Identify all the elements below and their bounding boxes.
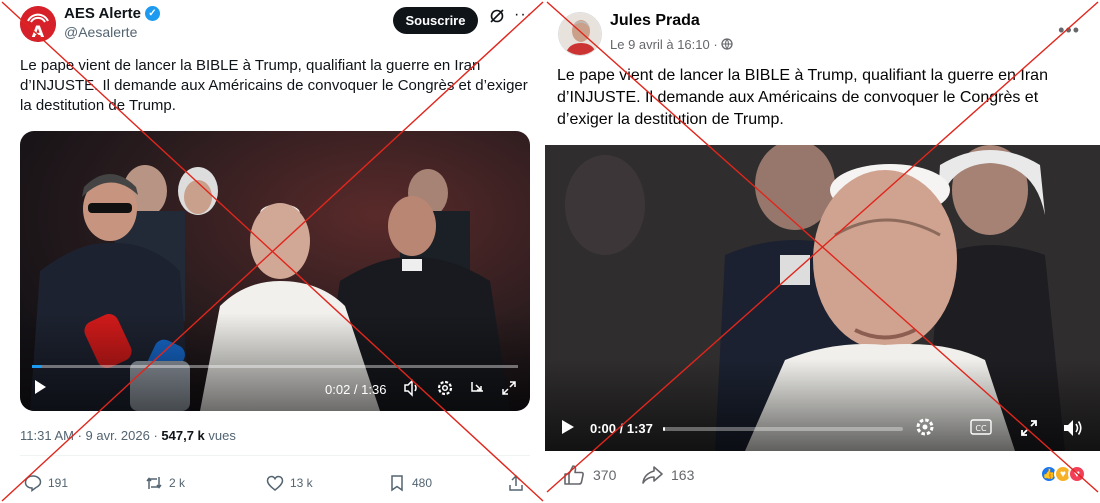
post-text: Le pape vient de lancer la BIBLE à Trump… — [20, 57, 528, 114]
subscribe-button[interactable]: Souscrire — [393, 7, 478, 34]
video-time: 0:00 / 1:37 — [590, 421, 653, 436]
svg-text:A: A — [32, 22, 45, 41]
post-date[interactable]: Le 9 avril à 16:10 · — [610, 37, 733, 52]
volume-icon[interactable] — [1062, 418, 1084, 441]
share-count: 163 — [671, 467, 695, 483]
bookmark-count: 480 — [412, 476, 433, 490]
like-button[interactable]: 13 k — [266, 474, 313, 492]
settings-icon[interactable] — [915, 417, 935, 440]
post-meta: 11:31 AM · 9 avr. 2026 · 547,7 k vues — [20, 428, 236, 443]
settings-icon[interactable] — [436, 379, 454, 400]
share-button[interactable]: 163 — [641, 464, 694, 486]
author-name[interactable]: Jules Prada — [610, 12, 700, 30]
share-icon — [509, 474, 523, 491]
fullscreen-icon[interactable] — [1019, 418, 1039, 441]
play-icon[interactable] — [32, 379, 48, 398]
captions-icon[interactable]: CC — [970, 418, 992, 439]
grok-icon[interactable] — [489, 8, 505, 29]
volume-icon[interactable] — [403, 379, 421, 400]
globe-icon — [721, 38, 733, 50]
like-count: 13 k — [290, 476, 313, 490]
like-count: 370 — [593, 467, 617, 483]
reply-button[interactable]: 191 — [24, 474, 68, 492]
video-progress-track[interactable] — [32, 365, 518, 368]
bookmark-icon — [391, 475, 403, 492]
bookmark-button[interactable]: 480 — [388, 474, 432, 492]
repost-count: 2 k — [169, 476, 186, 490]
post-text: Le pape vient de lancer la BIBLE à Trump… — [557, 67, 1048, 128]
pip-icon[interactable] — [468, 379, 486, 400]
reply-count: 191 — [48, 476, 69, 490]
account-name-text[interactable]: AES Alerte — [64, 5, 141, 22]
account-handle[interactable]: @Aesalerte — [64, 24, 137, 40]
jules-prada-avatar[interactable] — [558, 12, 602, 56]
video-progress-fill — [32, 365, 42, 368]
like-button[interactable]: 370 — [563, 464, 616, 486]
video-progress-fill — [663, 427, 666, 431]
divider — [20, 455, 530, 456]
repost-button[interactable]: 2 k — [145, 474, 185, 492]
video-frame — [20, 131, 530, 411]
reaction-summary[interactable]: 👍 ♥ ♥ — [1040, 465, 1086, 483]
svg-text:CC: CC — [975, 424, 987, 433]
love-reaction-icon: ♥ — [1068, 465, 1086, 483]
video-player[interactable]: 0:02 / 1:36 — [20, 131, 530, 411]
verified-badge-icon: ✓ — [144, 6, 160, 21]
view-count: 547,7 k — [161, 428, 205, 443]
account-name[interactable]: AES Alerte ✓ — [64, 5, 160, 22]
more-icon[interactable]: ••• — [1058, 20, 1080, 41]
post-timestamp[interactable]: 11:31 AM · 9 avr. 2026 · — [20, 428, 161, 443]
repost-icon — [146, 477, 162, 489]
aes-alerte-avatar[interactable]: A — [20, 6, 56, 42]
like-icon — [564, 465, 584, 485]
video-frame — [545, 145, 1100, 451]
play-icon[interactable] — [561, 419, 575, 438]
reply-icon — [24, 475, 42, 492]
view-label: vues — [204, 428, 236, 443]
post-date-text[interactable]: Le 9 avril à 16:10 · — [610, 37, 721, 52]
share-icon — [642, 466, 663, 484]
video-time: 0:02 / 1:36 — [325, 382, 387, 397]
more-icon[interactable]: ··· — [514, 6, 533, 24]
video-progress-track[interactable] — [663, 427, 903, 431]
x-post: A AES Alerte ✓ @Aesalerte Souscrire ··· … — [0, 0, 545, 503]
share-button[interactable] — [507, 474, 525, 492]
fullscreen-icon[interactable] — [500, 379, 518, 400]
video-player[interactable]: 0:00 / 1:37 CC — [545, 145, 1100, 451]
facebook-post: Jules Prada Le 9 avril à 16:10 · ••• Le … — [545, 0, 1100, 503]
like-icon — [266, 475, 284, 491]
